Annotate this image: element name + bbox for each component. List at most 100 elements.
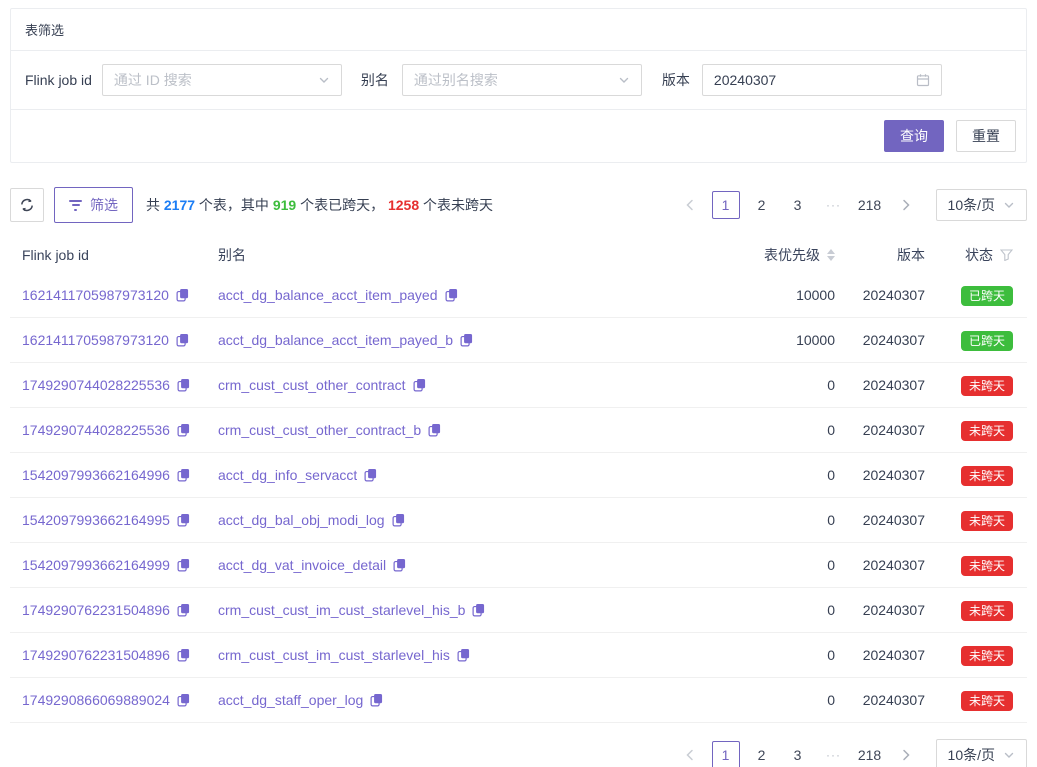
copy-icon[interactable]: [177, 513, 190, 527]
flink-job-id-cell: 1621411705987973120: [10, 287, 206, 303]
alias-select[interactable]: 通过别名搜索: [402, 64, 642, 96]
calendar-icon: [916, 73, 930, 87]
copy-icon[interactable]: [457, 648, 470, 662]
version-cell: 20240307: [849, 408, 939, 452]
flink-job-id-link[interactable]: 1749290866069889024: [22, 692, 170, 708]
pagination-next-button[interactable]: [892, 741, 920, 767]
chevron-down-icon: [1003, 749, 1015, 761]
col-header-flink-job-id: Flink job id: [10, 247, 206, 263]
version-cell: 20240307: [849, 318, 939, 362]
uncrossed-count: 1258: [388, 197, 419, 213]
copy-icon[interactable]: [177, 693, 190, 707]
filter-actions-row: 查询 重置: [11, 110, 1026, 162]
query-button[interactable]: 查询: [884, 120, 944, 152]
pagination-prev-button[interactable]: [676, 191, 704, 219]
copy-icon[interactable]: [428, 423, 441, 437]
flink-job-id-link[interactable]: 1749290762231504896: [22, 647, 170, 663]
col-header-priority[interactable]: 表优先级: [709, 245, 849, 265]
alias-cell: acct_dg_info_servacct: [206, 467, 709, 483]
alias-link[interactable]: acct_dg_balance_acct_item_payed_b: [218, 332, 453, 348]
chevron-left-icon: [685, 199, 695, 211]
copy-icon[interactable]: [445, 288, 458, 302]
copy-icon[interactable]: [472, 603, 485, 617]
pagination-prev-button[interactable]: [676, 741, 704, 767]
copy-icon[interactable]: [364, 468, 377, 482]
alias-link[interactable]: crm_cust_cust_other_contract: [218, 377, 406, 393]
version-cell: 20240307: [849, 453, 939, 497]
copy-icon[interactable]: [393, 558, 406, 572]
alias-link[interactable]: acct_dg_info_servacct: [218, 467, 357, 483]
pagination-page-1[interactable]: 1: [712, 741, 740, 767]
alias-cell: crm_cust_cust_im_cust_starlevel_his: [206, 647, 709, 663]
flink-job-id-link[interactable]: 1749290744028225536: [22, 377, 170, 393]
funnel-icon[interactable]: [1000, 249, 1013, 261]
pagination-page-218[interactable]: 218: [856, 741, 884, 767]
pagination-page-1[interactable]: 1: [712, 191, 740, 219]
col-header-status: 状态: [939, 245, 1027, 265]
page-size-select[interactable]: 10条/页: [936, 189, 1027, 221]
flink-job-id-cell: 1749290744028225536: [10, 377, 206, 393]
alias-link[interactable]: crm_cust_cust_im_cust_starlevel_his_b: [218, 602, 465, 618]
flink-job-id-cell: 1542097993662164999: [10, 557, 206, 573]
copy-icon[interactable]: [177, 468, 190, 482]
alias-link[interactable]: acct_dg_staff_oper_log: [218, 692, 363, 708]
filter-fields-row: Flink job id 通过 ID 搜索 别名 通过别名搜索 版本 20240…: [11, 51, 1026, 110]
priority-cell: 0: [709, 408, 849, 452]
alias-link[interactable]: acct_dg_vat_invoice_detail: [218, 557, 386, 573]
table: Flink job id 别名 表优先级 版本 状态 1621411705987…: [10, 237, 1027, 723]
version-date-value: 20240307: [714, 72, 916, 88]
alias-link[interactable]: acct_dg_balance_acct_item_payed: [218, 287, 438, 303]
copy-icon[interactable]: [177, 648, 190, 662]
alias-link[interactable]: crm_cust_cust_other_contract_b: [218, 422, 421, 438]
refresh-button[interactable]: [10, 188, 44, 222]
total-count: 2177: [164, 197, 195, 213]
chevron-down-icon: [618, 74, 630, 86]
pagination-ellipsis[interactable]: ···: [820, 198, 848, 212]
table-header-row: Flink job id 别名 表优先级 版本 状态: [10, 237, 1027, 273]
pagination-page-218[interactable]: 218: [856, 191, 884, 219]
flink-job-id-link[interactable]: 1542097993662164999: [22, 557, 170, 573]
flink-job-id-select[interactable]: 通过 ID 搜索: [102, 64, 342, 96]
pagination-page-2[interactable]: 2: [748, 191, 776, 219]
status-cell: 未跨天: [939, 543, 1027, 587]
copy-icon[interactable]: [177, 603, 190, 617]
copy-icon[interactable]: [460, 333, 473, 347]
pagination-top: 123 ··· 218 10条/页: [676, 189, 1027, 221]
version-date-input[interactable]: 20240307: [702, 64, 942, 96]
pagination-ellipsis[interactable]: ···: [820, 748, 848, 762]
copy-icon[interactable]: [177, 378, 190, 392]
filter-toggle-button[interactable]: 筛选: [54, 187, 133, 223]
flink-job-id-link[interactable]: 1542097993662164996: [22, 467, 170, 483]
flink-job-id-link[interactable]: 1621411705987973120: [22, 287, 169, 303]
copy-icon[interactable]: [177, 423, 190, 437]
status-badge: 未跨天: [961, 601, 1013, 621]
copy-icon[interactable]: [370, 693, 383, 707]
copy-icon[interactable]: [176, 288, 189, 302]
alias-link[interactable]: crm_cust_cust_im_cust_starlevel_his: [218, 647, 450, 663]
alias-cell: acct_dg_balance_acct_item_payed_b: [206, 332, 709, 348]
flink-job-id-cell: 1542097993662164996: [10, 467, 206, 483]
status-badge: 未跨天: [961, 511, 1013, 531]
reset-button[interactable]: 重置: [956, 120, 1016, 152]
table-row: 1621411705987973120 acct_dg_balance_acct…: [10, 318, 1027, 363]
pagination-next-button[interactable]: [892, 191, 920, 219]
pagination-page-3[interactable]: 3: [784, 741, 812, 767]
alias-label: 别名: [361, 70, 389, 90]
priority-cell: 0: [709, 588, 849, 632]
sort-carets-icon[interactable]: [827, 249, 835, 261]
flink-job-id-link[interactable]: 1621411705987973120: [22, 332, 169, 348]
flink-job-id-link[interactable]: 1749290762231504896: [22, 602, 170, 618]
flink-job-id-cell: 1749290866069889024: [10, 692, 206, 708]
page-size-select[interactable]: 10条/页: [936, 739, 1027, 767]
copy-icon[interactable]: [392, 513, 405, 527]
table-row: 1749290866069889024 acct_dg_staff_oper_l…: [10, 678, 1027, 723]
status-cell: 未跨天: [939, 633, 1027, 677]
alias-link[interactable]: acct_dg_bal_obj_modi_log: [218, 512, 385, 528]
pagination-page-2[interactable]: 2: [748, 741, 776, 767]
flink-job-id-link[interactable]: 1542097993662164995: [22, 512, 170, 528]
pagination-page-3[interactable]: 3: [784, 191, 812, 219]
copy-icon[interactable]: [177, 558, 190, 572]
copy-icon[interactable]: [413, 378, 426, 392]
flink-job-id-link[interactable]: 1749290744028225536: [22, 422, 170, 438]
copy-icon[interactable]: [176, 333, 189, 347]
